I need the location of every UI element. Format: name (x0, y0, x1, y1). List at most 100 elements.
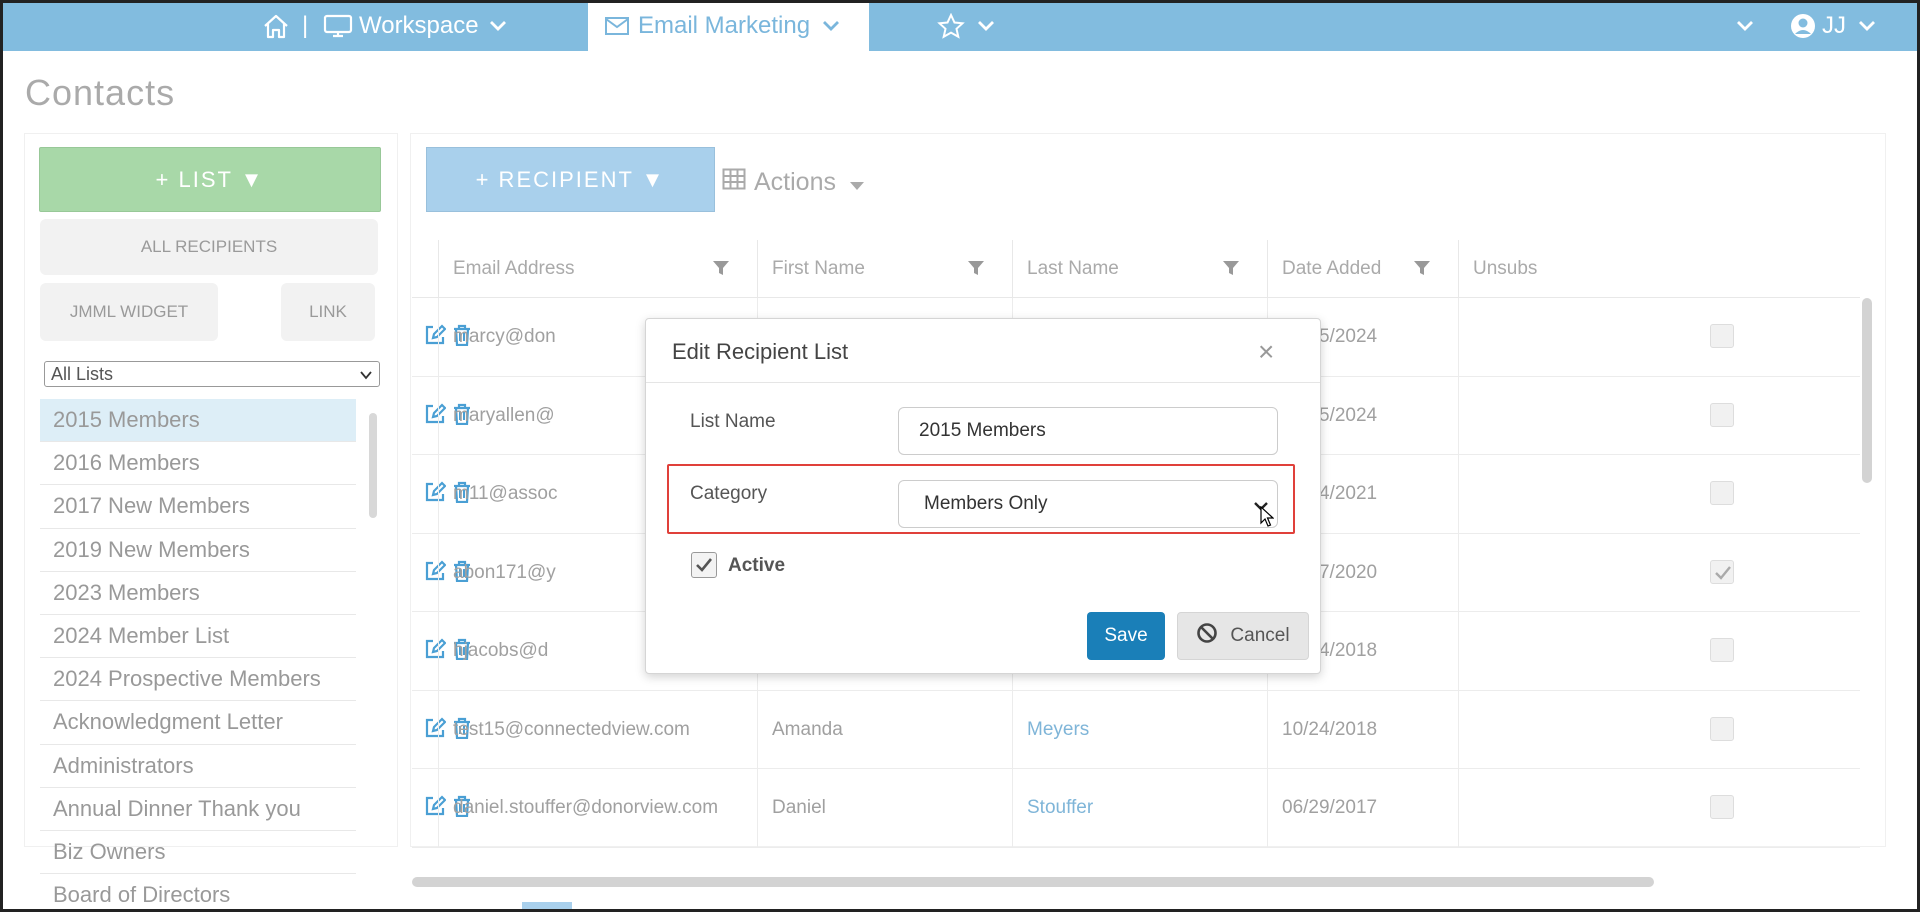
grid-horizontal-scrollbar[interactable] (412, 877, 1654, 887)
star-icon (937, 12, 965, 39)
chevron-down-icon (489, 20, 507, 32)
list-item[interactable]: 2019 New Members (40, 529, 356, 572)
unsubscribed-checkbox[interactable] (1710, 795, 1734, 819)
close-icon[interactable]: × (1258, 338, 1274, 366)
list-item[interactable]: 2024 Member List (40, 615, 356, 659)
ban-icon (1196, 622, 1218, 650)
list-filter-value: All Lists (51, 363, 114, 384)
mouse-cursor-icon (1260, 505, 1275, 533)
list-filter-select[interactable]: All Lists (44, 361, 380, 387)
jmml-widget-button[interactable]: JMML WIDGET (40, 283, 218, 341)
filter-icon[interactable] (1223, 260, 1239, 282)
active-checkbox[interactable] (691, 552, 717, 578)
list-item[interactable]: 2023 Members (40, 572, 356, 615)
cancel-button[interactable]: Cancel (1177, 612, 1309, 660)
column-header-label: Last Name (1027, 258, 1119, 279)
dialog-divider (646, 382, 1320, 383)
list-item[interactable]: Biz Owners (40, 831, 356, 875)
more-menu[interactable] (1736, 0, 1754, 51)
monitor-icon (323, 14, 353, 38)
list-name-label: List Name (690, 411, 776, 432)
list-item[interactable]: 2017 New Members (40, 485, 356, 529)
filter-icon[interactable] (1414, 260, 1430, 282)
category-select[interactable]: Members Only (898, 480, 1278, 528)
list-name-input[interactable]: 2015 Members (898, 407, 1278, 455)
pager-active-page[interactable] (522, 902, 572, 912)
column-header[interactable]: Date Added (1267, 240, 1458, 298)
column-header[interactable]: First Name (757, 240, 1012, 298)
email-marketing-tab[interactable]: Email Marketing (588, 0, 869, 51)
cell-unsubscribed (1458, 533, 1860, 612)
save-button[interactable]: Save (1087, 612, 1165, 660)
list-item[interactable]: Administrators (40, 745, 356, 788)
column-header-label: Date Added (1282, 258, 1382, 279)
list-item[interactable]: Acknowledgment Letter (40, 701, 356, 745)
list-scrollbar[interactable] (369, 413, 377, 518)
chevron-down-icon (1858, 20, 1876, 32)
user-avatar-icon (1790, 13, 1816, 39)
all-recipients-button[interactable]: ALL RECIPIENTS (40, 219, 378, 275)
column-header-label: Email Address (453, 258, 575, 279)
actions-menu[interactable]: Actions (722, 168, 864, 197)
unsubscribed-checkbox[interactable] (1710, 481, 1734, 505)
unsubscribed-checkbox[interactable] (1710, 559, 1734, 584)
column-header[interactable]: Last Name (1012, 240, 1267, 298)
grid-header: Email Address First Name Last Name Date Add… (412, 240, 1860, 298)
favorites-menu[interactable] (937, 0, 995, 51)
active-label: Active (728, 555, 786, 576)
category-label: Category (690, 483, 768, 504)
table-icon (722, 168, 746, 197)
workspace-label: Workspace (359, 11, 479, 39)
cell-email: test15@connectedview.com (438, 690, 757, 769)
chevron-down-icon (822, 20, 840, 32)
dialog-title: Edit Recipient List (672, 339, 849, 364)
actions-label: Actions (754, 168, 836, 196)
column-header[interactable]: Unsubs (1458, 240, 1860, 298)
table-row[interactable]: test15@connectedview.com Amanda Meyers 10/2… (412, 690, 1860, 769)
caret-down-icon (849, 168, 864, 197)
list-item[interactable]: 2016 Members (40, 442, 356, 486)
column-header-label: Unsubs (1473, 258, 1538, 279)
workspace-menu[interactable]: Workspace (323, 0, 507, 51)
cell-unsubscribed (1458, 376, 1860, 455)
home-button[interactable]: | (262, 0, 320, 51)
table-row[interactable]: daniel.stouffer@donorview.com Daniel Stouf… (412, 769, 1860, 848)
cancel-label: Cancel (1230, 625, 1290, 646)
add-recipient-button[interactable]: + RECIPIENT ▼ (426, 147, 715, 212)
nav-separator: | (302, 11, 309, 39)
cell-unsubscribed (1458, 612, 1860, 690)
email-marketing-label: Email Marketing (638, 11, 811, 39)
top-nav-bar: | Workspace Email Marketing JJ (0, 0, 1920, 51)
cell-first: Daniel (757, 769, 1012, 847)
user-initials: JJ (1822, 11, 1846, 39)
edit-recipient-list-dialog: Edit Recipient List × List Name 2015 Mem… (645, 318, 1321, 674)
unsubscribed-checkbox[interactable] (1710, 402, 1734, 427)
category-value: Members Only (924, 493, 1048, 514)
recipient-lists: 2015 Members 2016 Members 2017 New Members… (40, 399, 356, 912)
cell-first: Amanda (757, 690, 1012, 769)
link-button[interactable]: LINK (281, 283, 375, 341)
filter-icon[interactable] (968, 260, 984, 282)
list-item[interactable]: 2024 Prospective Members (40, 658, 356, 702)
cell-email: daniel.stouffer@donorview.com (438, 769, 757, 847)
list-item[interactable]: Annual Dinner Thank you (40, 788, 356, 831)
unsubscribed-checkbox[interactable] (1710, 716, 1734, 741)
cell-last[interactable]: Stouffer (1012, 769, 1267, 847)
list-item[interactable]: Board of Directors (40, 874, 356, 912)
filter-icon[interactable] (713, 260, 729, 282)
chevron-down-icon (359, 366, 373, 387)
cell-date: 10/24/2018 (1267, 690, 1458, 769)
unsubscribed-checkbox[interactable] (1710, 638, 1734, 662)
user-menu[interactable]: JJ (1790, 0, 1876, 51)
cell-last[interactable]: Meyers (1012, 690, 1267, 769)
cell-unsubscribed (1458, 690, 1860, 769)
cell-date: 06/29/2017 (1267, 769, 1458, 847)
list-item[interactable]: 2015 Members (40, 399, 356, 443)
chevron-down-icon (1736, 20, 1754, 32)
unsubscribed-checkbox[interactable] (1710, 324, 1734, 348)
grid-vertical-scrollbar[interactable] (1862, 298, 1872, 483)
cell-unsubscribed (1458, 769, 1860, 847)
column-header[interactable]: Email Address (438, 240, 757, 298)
page-title: Contacts (25, 72, 176, 113)
add-list-button[interactable]: + LIST ▼ (39, 147, 381, 212)
